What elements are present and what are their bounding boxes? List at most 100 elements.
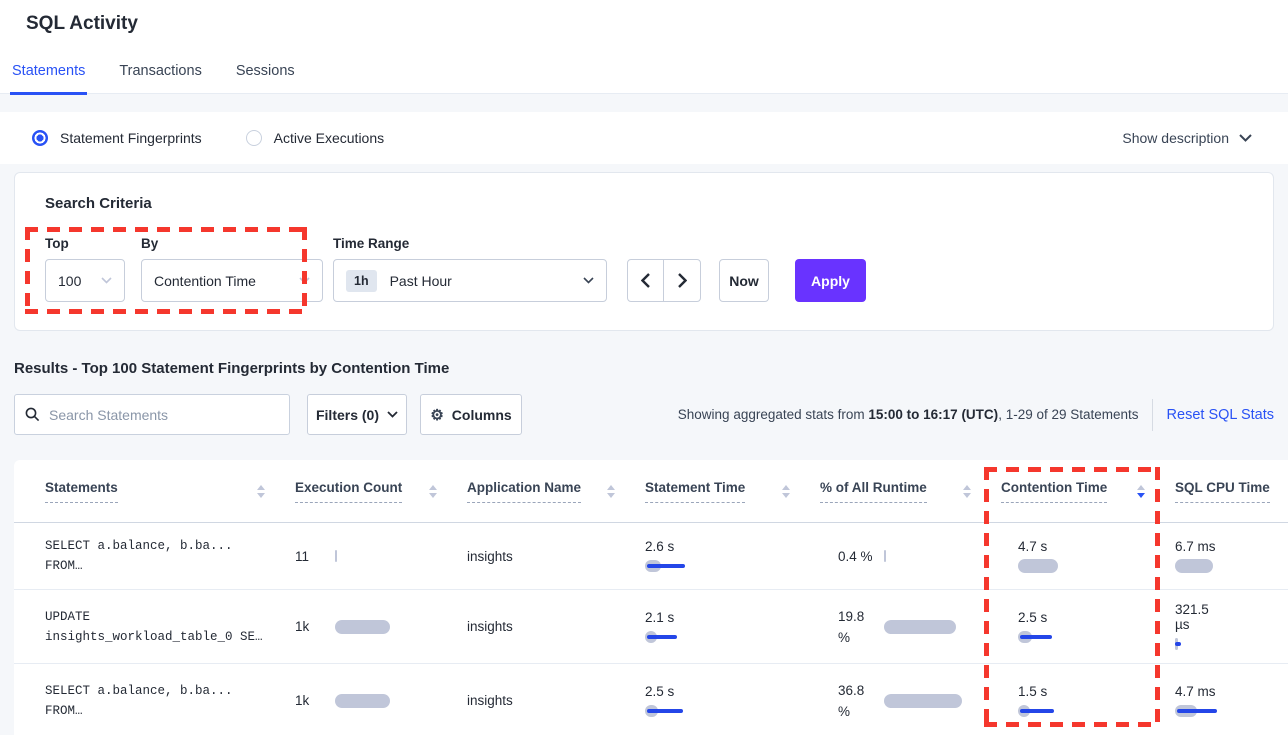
radio-label: Statement Fingerprints	[60, 130, 202, 146]
runtime-pct-cell: 19.8%	[820, 606, 1001, 648]
view-toggle-band: Statement Fingerprints Active Executions…	[0, 112, 1288, 164]
execution-count-cell: 1k	[295, 693, 467, 708]
filters-button[interactable]: Filters (0)	[307, 394, 407, 435]
tab-transactions[interactable]: Transactions	[117, 57, 203, 93]
column-header-application-name[interactable]: Application Name	[467, 480, 645, 503]
contention-time-cell: 4.7 s	[1001, 539, 1175, 573]
results-toolbar: Filters (0) ⚙ Columns Showing aggregated…	[14, 394, 1274, 435]
page-title: SQL Activity	[0, 0, 1288, 35]
columns-button[interactable]: ⚙ Columns	[420, 394, 522, 435]
top-field: Top 100	[45, 236, 125, 302]
aggregated-stats-text: Showing aggregated stats from 15:00 to 1…	[678, 407, 1139, 422]
time-range-value: Past Hour	[390, 273, 452, 289]
search-icon	[25, 407, 40, 422]
top-select[interactable]: 100	[45, 259, 125, 302]
execution-count-cell: 11	[295, 549, 467, 564]
results-heading: Results - Top 100 Statement Fingerprints…	[14, 360, 1288, 377]
filters-label: Filters (0)	[316, 407, 379, 423]
sort-icon[interactable]	[782, 485, 790, 498]
by-field: By Contention Time	[125, 236, 323, 302]
application-name-cell: insights	[467, 549, 645, 564]
radio-active-executions[interactable]: Active Executions	[246, 130, 385, 146]
execution-count-cell: 1k	[295, 619, 467, 634]
column-header-execution-count[interactable]: Execution Count	[295, 480, 467, 503]
previous-time-button[interactable]	[628, 260, 664, 301]
statement-time-cell: 2.6 s	[645, 539, 820, 573]
top-select-value: 100	[58, 273, 81, 289]
table-row[interactable]: SELECT a.balance, b.ba...FROM… 11 insigh…	[14, 523, 1288, 590]
chevron-down-icon	[583, 277, 594, 284]
column-header-sql-cpu-time[interactable]: SQL CPU Time	[1175, 480, 1288, 503]
search-criteria-card: Search Criteria Top 100 By Contention Ti…	[14, 172, 1274, 331]
reset-sql-stats-link[interactable]: Reset SQL Stats	[1152, 399, 1274, 431]
chevron-down-icon	[299, 277, 310, 284]
contention-time-cell: 2.5 s	[1001, 610, 1175, 644]
search-criteria-title: Search Criteria	[45, 195, 1273, 212]
apply-button[interactable]: Apply	[795, 259, 866, 302]
show-description-label: Show description	[1122, 130, 1229, 146]
sql-cpu-time-cell: 321.5µs	[1175, 602, 1288, 651]
time-range-field: Time Range 1h Past Hour	[333, 236, 607, 302]
column-header-statements[interactable]: Statements	[45, 480, 295, 503]
statement-fingerprint-link[interactable]: UPDATEinsights_workload_table_0 SE…	[45, 607, 295, 647]
statement-fingerprint-link[interactable]: SELECT a.balance, b.ba...FROM…	[45, 536, 295, 576]
page-header: SQL Activity Statements Transactions Ses…	[0, 0, 1288, 94]
tab-statements[interactable]: Statements	[10, 57, 87, 95]
show-description-toggle[interactable]: Show description	[1122, 130, 1252, 146]
search-statements-box[interactable]	[14, 394, 290, 435]
application-name-cell: insights	[467, 619, 645, 634]
exec-bar	[335, 620, 390, 634]
statement-fingerprint-link[interactable]: SELECT a.balance, b.ba...FROM…	[45, 681, 295, 721]
sort-icon[interactable]	[963, 485, 971, 498]
radio-label: Active Executions	[274, 130, 385, 146]
application-name-cell: insights	[467, 693, 645, 708]
search-statements-input[interactable]	[49, 407, 269, 423]
tab-sessions[interactable]: Sessions	[234, 57, 297, 93]
chevron-right-icon	[678, 273, 687, 288]
sort-icon[interactable]	[429, 485, 437, 498]
sort-icon-active-desc[interactable]	[1137, 485, 1145, 498]
search-criteria-controls: Top 100 By Contention Time Time Range 1h…	[45, 236, 1273, 302]
gear-icon: ⚙	[430, 406, 443, 424]
time-range-badge: 1h	[346, 270, 377, 292]
time-range-label: Time Range	[333, 236, 607, 251]
top-label: Top	[45, 236, 125, 251]
contention-time-cell: 1.5 s	[1001, 684, 1175, 718]
radio-unselected-icon[interactable]	[246, 130, 262, 146]
runtime-pct-cell: 0.4 %	[820, 546, 1001, 567]
sort-icon[interactable]	[257, 485, 265, 498]
chevron-down-icon	[387, 411, 398, 418]
chevron-left-icon	[641, 273, 650, 288]
radio-statement-fingerprints[interactable]: Statement Fingerprints	[32, 130, 202, 146]
chevron-down-icon	[101, 277, 112, 284]
runtime-pct-cell: 36.8%	[820, 680, 1001, 722]
next-time-button[interactable]	[664, 260, 700, 301]
time-nav-group	[627, 259, 701, 302]
exec-bar	[335, 694, 390, 708]
table-header-row: Statements Execution Count Application N…	[14, 460, 1288, 523]
sql-activity-page: SQL Activity Statements Transactions Ses…	[0, 0, 1288, 735]
by-label: By	[141, 236, 323, 251]
time-range-select[interactable]: 1h Past Hour	[333, 259, 607, 302]
column-header-contention-time[interactable]: Contention Time	[1001, 480, 1175, 503]
sort-icon[interactable]	[607, 485, 615, 498]
statement-time-cell: 2.5 s	[645, 684, 820, 718]
statement-time-cell: 2.1 s	[645, 610, 820, 644]
tab-bar: Statements Transactions Sessions	[0, 57, 1288, 94]
statements-table: Statements Execution Count Application N…	[14, 460, 1288, 735]
columns-label: Columns	[452, 407, 512, 423]
table-row[interactable]: SELECT a.balance, b.ba...FROM… 1k insigh…	[14, 664, 1288, 735]
sql-cpu-time-cell: 6.7 ms	[1175, 539, 1288, 573]
by-select-value: Contention Time	[154, 273, 256, 289]
radio-selected-icon[interactable]	[32, 130, 48, 146]
chevron-down-icon	[1239, 134, 1252, 142]
column-header-statement-time[interactable]: Statement Time	[645, 480, 820, 503]
exec-bar	[335, 550, 337, 562]
sql-cpu-time-cell: 4.7 ms	[1175, 684, 1288, 718]
table-row[interactable]: UPDATEinsights_workload_table_0 SE… 1k i…	[14, 590, 1288, 664]
now-button[interactable]: Now	[719, 259, 769, 302]
stats-time-range: 15:00 to 16:17 (UTC)	[868, 407, 998, 422]
column-header-runtime-pct[interactable]: % of All Runtime	[820, 480, 1001, 503]
toolbar-right: Showing aggregated stats from 15:00 to 1…	[678, 399, 1274, 431]
by-select[interactable]: Contention Time	[141, 259, 323, 302]
